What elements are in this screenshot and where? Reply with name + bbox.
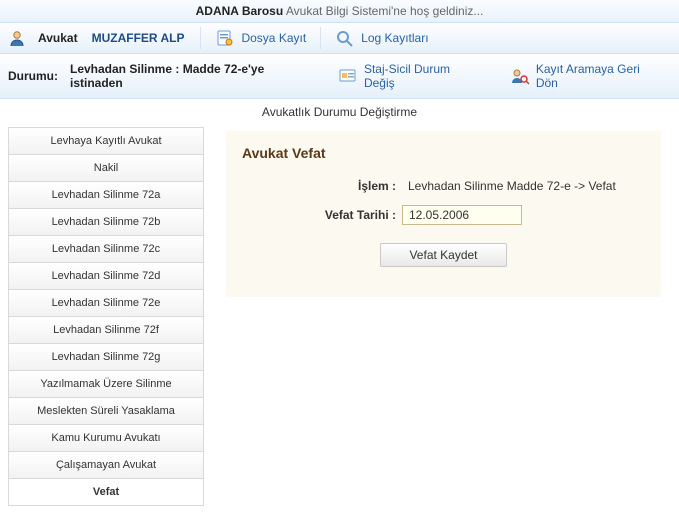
document-icon [215,29,235,47]
toolbar: Avukat MUZAFFER ALP Dosya Kayıt Log Kayı… [0,23,679,54]
vefat-tarihi-input[interactable] [402,205,522,225]
page-subtitle: Avukatlık Durumu Değiştirme [0,99,679,123]
search-icon [335,29,355,47]
staj-sicil-label: Staj-Sicil Durum Değiş [364,62,484,90]
form-title: Avukat Vefat [242,145,645,161]
separator [200,27,201,49]
avukat-label: Avukat [38,31,78,45]
log-kayitlari-label: Log Kayıtları [361,31,428,45]
card-icon [338,67,358,85]
sidebar-item[interactable]: Nakil [8,155,204,182]
sidebar-item[interactable]: Çalışamayan Avukat [8,452,204,479]
geri-don-label: Kayıt Aramaya Geri Dön [536,62,665,90]
islem-value: Levhadan Silinme Madde 72-e -> Vefat [408,179,616,193]
sidebar-item[interactable]: Levhadan Silinme 72a [8,182,204,209]
staj-sicil-button[interactable]: Staj-Sicil Durum Değiş [332,60,490,92]
sidebar-item[interactable]: Levhadan Silinme 72b [8,209,204,236]
avukat-name: MUZAFFER ALP [92,31,185,45]
sidebar: Levhaya Kayıtlı AvukatNakilLevhadan Sili… [8,127,204,506]
dosya-kayit-button[interactable]: Dosya Kayıt [209,27,312,49]
log-kayitlari-button[interactable]: Log Kayıtları [329,27,434,49]
user-search-icon [510,67,530,85]
sidebar-item[interactable]: Levhadan Silinme 72f [8,317,204,344]
status-bar: Durumu: Levhadan Silinme : Madde 72-e'ye… [0,54,679,99]
sidebar-item[interactable]: Levhadan Silinme 72g [8,344,204,371]
sidebar-item[interactable]: Levhadan Silinme 72c [8,236,204,263]
status-value: Levhadan Silinme : Madde 72-e'ye istinad… [70,62,320,90]
sidebar-item[interactable]: Meslekten Süreli Yasaklama [8,398,204,425]
sidebar-item[interactable]: Levhadan Silinme 72d [8,263,204,290]
welcome-bar: ADANA Barosu Avukat Bilgi Sistemi'ne hoş… [0,0,679,23]
sidebar-item[interactable]: Levhadan Silinme 72e [8,290,204,317]
welcome-text: Avukat Bilgi Sistemi'ne hoş geldiniz... [283,4,483,18]
status-label: Durumu: [8,69,58,83]
separator [320,27,321,49]
vefat-tarihi-label: Vefat Tarihi : [302,208,402,222]
sidebar-item[interactable]: Kamu Kurumu Avukatı [8,425,204,452]
org-name: ADANA Barosu [196,4,284,18]
vefat-kaydet-button[interactable]: Vefat Kaydet [380,243,506,267]
sidebar-item[interactable]: Vefat [8,479,204,506]
sidebar-item[interactable]: Yazılmamak Üzere Silinme [8,371,204,398]
form-panel: Avukat Vefat İşlem : Levhadan Silinme Ma… [226,131,661,297]
sidebar-item[interactable]: Levhaya Kayıtlı Avukat [8,128,204,155]
dosya-kayit-label: Dosya Kayıt [241,31,306,45]
geri-don-button[interactable]: Kayıt Aramaya Geri Dön [504,60,671,92]
islem-label: İşlem : [302,179,402,193]
user-icon [8,29,26,47]
